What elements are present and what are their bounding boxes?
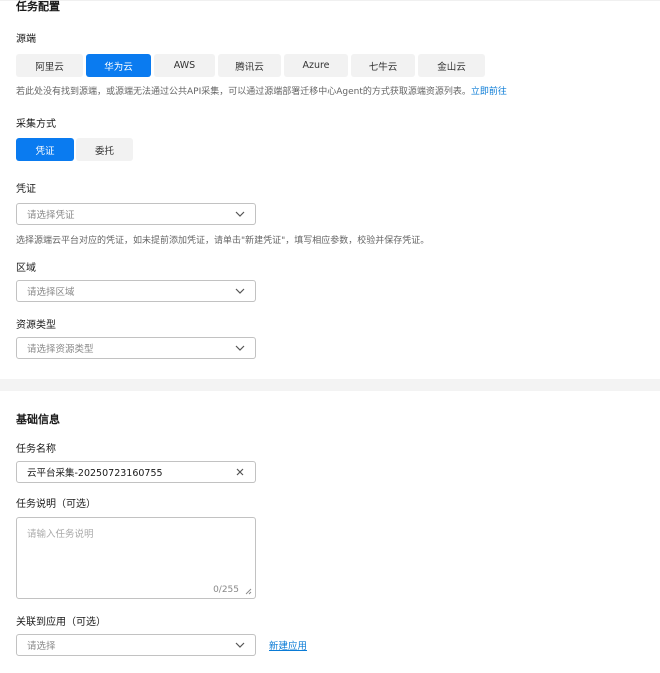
task-desc-placeholder: 请输入任务说明 xyxy=(27,529,94,540)
source-option-huaweicloud[interactable]: 华为云 xyxy=(86,54,151,77)
app-label: 关联到应用（可选） xyxy=(16,617,106,628)
app-placeholder: 请选择 xyxy=(27,641,56,652)
credential-placeholder: 请选择凭证 xyxy=(27,210,75,221)
resource-type-placeholder: 请选择资源类型 xyxy=(27,344,94,355)
region-placeholder: 请选择区域 xyxy=(27,287,75,298)
source-option-kingsoft[interactable]: 金山云 xyxy=(418,54,485,77)
new-app-link[interactable]: 新建应用 xyxy=(269,638,307,652)
region-select[interactable]: 请选择区域 xyxy=(16,280,256,302)
task-desc-textarea[interactable]: 请输入任务说明 0/255 xyxy=(16,517,256,599)
chevron-down-icon xyxy=(235,642,245,648)
resource-type-label: 资源类型 xyxy=(16,320,56,331)
task-name-label: 任务名称 xyxy=(16,444,56,455)
chevron-down-icon xyxy=(235,211,245,217)
source-option-tencentcloud[interactable]: 腾讯云 xyxy=(218,54,281,77)
chevron-down-icon xyxy=(235,345,245,351)
close-icon[interactable] xyxy=(235,467,245,477)
app-select[interactable]: 请选择 xyxy=(16,634,256,656)
source-hint-link[interactable]: 立即前往 xyxy=(471,87,507,97)
task-config-title: 任务配置 xyxy=(16,0,60,13)
source-option-aws[interactable]: AWS xyxy=(154,54,215,77)
method-option-delegation[interactable]: 委托 xyxy=(76,138,133,161)
source-option-aliyun[interactable]: 阿里云 xyxy=(16,54,83,77)
credential-label: 凭证 xyxy=(16,184,36,195)
basic-info-title: 基础信息 xyxy=(16,413,60,426)
resource-type-select[interactable]: 请选择资源类型 xyxy=(16,337,256,359)
region-label: 区域 xyxy=(16,263,36,274)
task-desc-char-count: 0/255 xyxy=(213,585,239,595)
method-option-credential[interactable]: 凭证 xyxy=(16,138,74,161)
source-hint-text: 若此处没有找到源端，或源端无法通过公共API采集，可以通过源端部署迁移中心Age… xyxy=(16,87,471,97)
task-desc-label: 任务说明（可选） xyxy=(16,499,96,510)
top-edge xyxy=(0,0,660,12)
chevron-down-icon xyxy=(235,288,245,294)
credential-select[interactable]: 请选择凭证 xyxy=(16,203,256,225)
task-name-value: 云平台采集-20250723160755 xyxy=(27,468,163,479)
source-hint: 若此处没有找到源端，或源端无法通过公共API采集，可以通过源端部署迁移中心Age… xyxy=(16,84,507,97)
source-option-qiniu[interactable]: 七牛云 xyxy=(351,54,415,77)
section-divider xyxy=(0,379,660,391)
source-option-azure[interactable]: Azure xyxy=(284,54,348,77)
credential-hint: 选择源端云平台对应的凭证，如未提前添加凭证，请单击"新建凭证"，填写相应参数，校… xyxy=(16,236,430,246)
resize-grip-icon[interactable] xyxy=(244,587,252,595)
task-name-input[interactable]: 云平台采集-20250723160755 xyxy=(16,461,256,483)
method-label: 采集方式 xyxy=(16,119,56,130)
source-label: 源端 xyxy=(16,34,36,45)
